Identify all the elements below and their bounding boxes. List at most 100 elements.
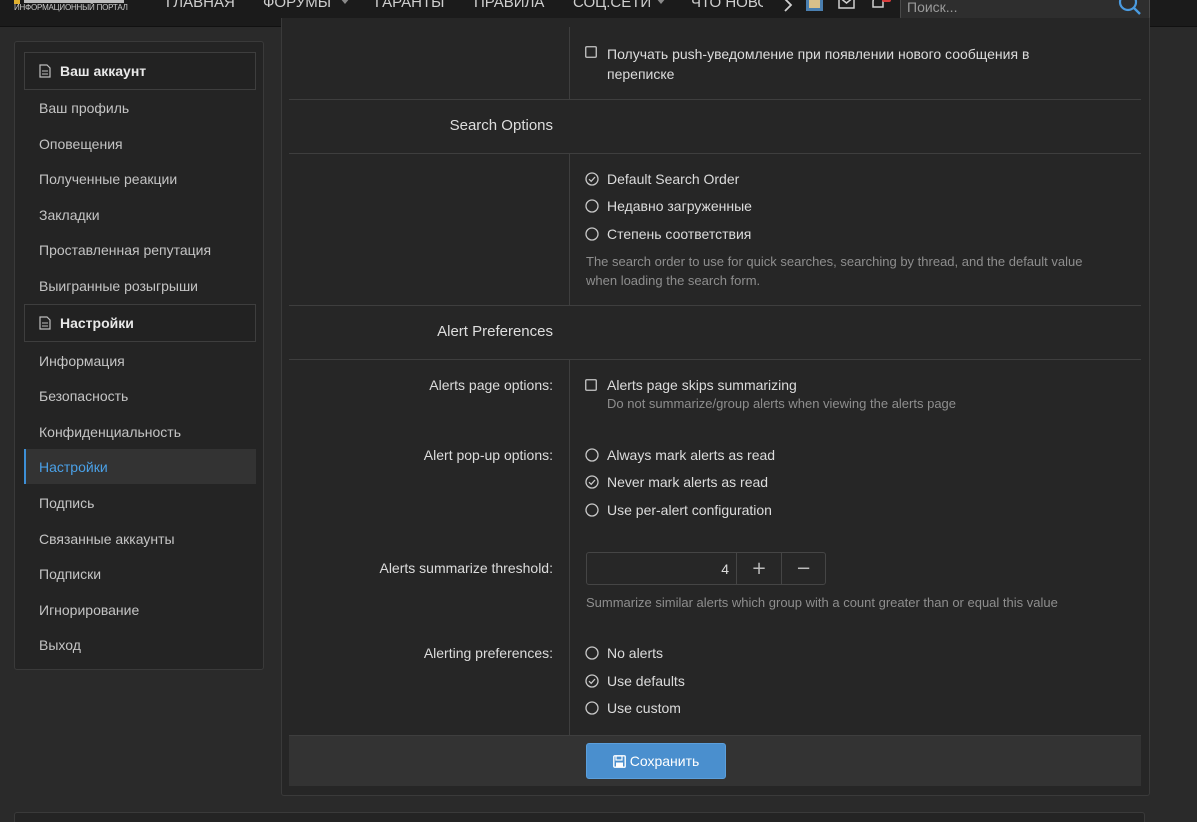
- radio-label: Степень соответствия: [607, 226, 752, 242]
- sidebar-item-signature[interactable]: Подпись: [24, 485, 256, 520]
- logo-subtitle: ИНФОРМАЦИОННЫЙ ПОРТАЛ: [14, 3, 128, 12]
- sidebar-item-bookmarks[interactable]: Закладки: [24, 197, 256, 232]
- radio-no-alerts[interactable]: No alerts: [585, 645, 663, 663]
- nav-home[interactable]: ГЛАВНАЯ: [166, 0, 235, 11]
- sidebar-header-account-label: Ваш аккаунт: [60, 63, 147, 79]
- radio-icon[interactable]: [585, 199, 599, 213]
- search-order-hint: The search order to use for quick search…: [586, 252, 1082, 290]
- search-options-title: Search Options: [449, 117, 553, 134]
- radio-checked-icon[interactable]: [585, 172, 599, 186]
- row-divider: [289, 305, 1141, 306]
- row-divider: [289, 359, 1141, 360]
- search-order-hint-line1: The search order to use for quick search…: [586, 254, 1083, 269]
- skip-summarizing-hint: Do not summarize/group alerts when viewi…: [607, 396, 957, 411]
- sidebar-item-ignoring[interactable]: Игнорирование: [24, 592, 256, 627]
- nav-forums[interactable]: ФОРУМЫ: [263, 0, 331, 11]
- radio-label: No alerts: [607, 645, 664, 661]
- sidebar-item-connected-accounts[interactable]: Связанные аккаунты: [24, 521, 256, 556]
- sidebar-item-security[interactable]: Безопасность: [24, 378, 256, 413]
- save-button[interactable]: Сохранить: [586, 743, 726, 779]
- increment-button[interactable]: +: [737, 553, 781, 584]
- radio-relevance[interactable]: Степень соответствия: [585, 226, 751, 244]
- radio-label: Недавно загруженные: [607, 198, 752, 214]
- search-order-hint-line2: when loading the search form.: [586, 273, 761, 288]
- radio-icon[interactable]: [585, 646, 599, 660]
- summarize-threshold-hint: Summarize similar alerts which group wit…: [586, 595, 1058, 610]
- row-divider: [289, 99, 1141, 100]
- save-button-label: Сохранить: [629, 753, 700, 769]
- sidebar-item-profile[interactable]: Ваш профиль: [24, 90, 256, 125]
- radio-never-mark-read[interactable]: Never mark alerts as read: [585, 474, 768, 492]
- summarize-threshold-input[interactable]: [587, 553, 737, 584]
- search-box[interactable]: [900, 0, 1150, 20]
- sidebar-header-account: Ваш аккаунт: [24, 52, 256, 90]
- push-notification-option[interactable]: Получать push-уведомление при появлении …: [585, 44, 1029, 84]
- column-divider: [569, 27, 570, 99]
- alerting-preferences-label: Alerting preferences:: [423, 645, 553, 661]
- social-chevron-down-icon[interactable]: [656, 0, 666, 4]
- push-notification-label-line1: Получать push-уведомление при появлении …: [607, 46, 1030, 62]
- avatar-icon[interactable]: [806, 0, 823, 11]
- radio-use-defaults[interactable]: Use defaults: [585, 673, 685, 691]
- alert-popup-options-label: Alert pop-up options:: [423, 447, 553, 463]
- radio-icon[interactable]: [585, 227, 599, 241]
- column-divider: [569, 154, 570, 305]
- radio-label: Use per-alert configuration: [607, 502, 772, 518]
- nav-rules[interactable]: ПРАВИЛА: [474, 0, 544, 11]
- sidebar-item-reactions[interactable]: Полученные реакции: [24, 161, 256, 196]
- row-divider: [289, 153, 1141, 154]
- sidebar-item-logout[interactable]: Выход: [24, 627, 256, 662]
- search-icon[interactable]: [1117, 0, 1143, 17]
- radio-per-alert-config[interactable]: Use per-alert configuration: [585, 502, 772, 520]
- form-submit-row: Сохранить: [289, 735, 1141, 786]
- alerts-page-options-label: Alerts page options:: [429, 377, 553, 393]
- push-notification-label-line2: переписке: [607, 66, 675, 82]
- floppy-disk-icon: [612, 754, 626, 768]
- radio-icon[interactable]: [585, 701, 599, 715]
- sidebar-header-settings: Настройки: [24, 304, 256, 342]
- envelope-icon[interactable]: [838, 0, 855, 9]
- checkbox-icon[interactable]: [585, 379, 597, 391]
- sidebar-header-settings-label: Настройки: [60, 315, 134, 331]
- radio-label: Never mark alerts as read: [607, 474, 769, 490]
- chevron-right-icon[interactable]: [782, 0, 794, 12]
- radio-icon[interactable]: [585, 503, 599, 517]
- radio-checked-icon[interactable]: [585, 475, 599, 489]
- search-input[interactable]: [907, 0, 1107, 17]
- radio-use-custom[interactable]: Use custom: [585, 700, 681, 718]
- alert-preferences-title: Alert Preferences: [437, 323, 553, 340]
- document-icon: [39, 64, 51, 78]
- radio-recent-uploads[interactable]: Недавно загруженные: [585, 198, 752, 216]
- checkbox-skip-summarizing[interactable]: Alerts page skips summarizing: [585, 377, 797, 394]
- sidebar-item-preferences[interactable]: Настройки: [24, 449, 256, 484]
- column-divider: [569, 360, 570, 735]
- sidebar-item-following[interactable]: Подписки: [24, 556, 256, 591]
- summarize-threshold-label: Alerts summarize threshold:: [379, 560, 553, 576]
- account-sidebar: Ваш аккаунт Ваш профиль Оповещения Получ…: [14, 41, 264, 670]
- document-icon: [39, 316, 51, 330]
- radio-icon[interactable]: [585, 448, 599, 462]
- sidebar-item-giveaways[interactable]: Выигранные розыгрыши: [24, 268, 256, 303]
- push-notification-label: Получать push-уведомление при появлении …: [607, 44, 1029, 84]
- sidebar-item-privacy[interactable]: Конфиденциальность: [24, 414, 256, 449]
- summarize-threshold-stepper: + −: [586, 552, 826, 585]
- radio-label: Always mark alerts as read: [607, 447, 776, 463]
- radio-label: Use defaults: [607, 673, 685, 689]
- radio-always-mark-read[interactable]: Always mark alerts as read: [585, 447, 775, 465]
- radio-label: Use custom: [607, 700, 681, 716]
- sidebar-item-info[interactable]: Информация: [24, 343, 256, 378]
- bell-icon[interactable]: [870, 0, 892, 10]
- decrement-button[interactable]: −: [781, 553, 825, 584]
- nav-guarantors[interactable]: ГАРАНТЫ: [375, 0, 444, 11]
- forums-chevron-down-icon[interactable]: [340, 0, 350, 4]
- nav-social[interactable]: СОЦ.СЕТИ: [573, 0, 651, 11]
- sidebar-item-alerts[interactable]: Оповещения: [24, 126, 256, 161]
- radio-label: Default Search Order: [607, 171, 740, 187]
- sidebar-item-reputation[interactable]: Проставленная репутация: [24, 232, 256, 267]
- radio-checked-icon[interactable]: [585, 674, 599, 688]
- nav-whats-new[interactable]: ЧТО НОВО: [691, 0, 763, 11]
- checkbox-label: Alerts page skips summarizing: [607, 377, 797, 393]
- checkbox-icon[interactable]: [585, 46, 597, 58]
- footer-block: [14, 812, 1145, 822]
- radio-default-search-order[interactable]: Default Search Order: [585, 171, 739, 189]
